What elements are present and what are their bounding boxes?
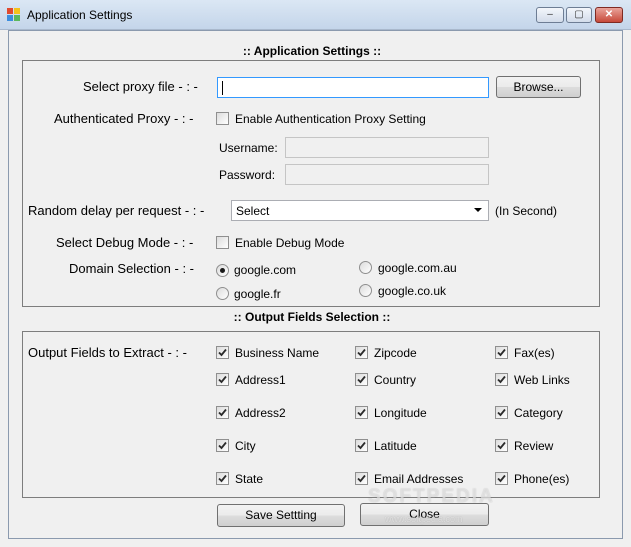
watermark-url: www.softpedia.com	[385, 514, 463, 524]
radio-google-com[interactable]	[216, 264, 229, 277]
field-label-business-name: Business Name	[235, 346, 320, 360]
delay-select[interactable]: Select	[231, 200, 489, 221]
proxy-file-label: Select proxy file - : -	[83, 79, 198, 94]
text-caret	[222, 81, 223, 95]
username-label: Username:	[219, 141, 278, 155]
password-input[interactable]	[285, 164, 489, 185]
debug-mode-checkbox-label: Enable Debug Mode	[235, 236, 345, 250]
settings-panel-title: :: Application Settings ::	[242, 44, 382, 58]
auth-proxy-checkbox[interactable]	[216, 112, 229, 125]
field-label-city: City	[235, 439, 256, 453]
radio-google-com-au[interactable]	[359, 261, 372, 274]
username-input[interactable]	[285, 137, 489, 158]
checkmark-icon	[357, 375, 366, 384]
field-checkbox-category[interactable]	[495, 406, 508, 419]
checkmark-icon	[218, 408, 227, 417]
field-label-address2: Address2	[235, 406, 286, 420]
field-checkbox-email-addresses[interactable]	[355, 472, 368, 485]
password-label: Password:	[219, 168, 276, 182]
minimize-button[interactable]: ‒	[536, 7, 564, 23]
title-bar[interactable]: Application Settings ‒ ▢ ✕	[0, 0, 631, 30]
radio-google-co-uk[interactable]	[359, 284, 372, 297]
watermark-brand: SOFTPEDIA	[368, 486, 495, 507]
checkmark-icon	[218, 474, 227, 483]
debug-mode-label: Select Debug Mode - : -	[56, 235, 194, 250]
checkmark-icon	[357, 474, 366, 483]
field-label-fax-es: Fax(es)	[514, 346, 555, 360]
field-label-state: State	[235, 472, 264, 486]
delay-select-value: Select	[236, 204, 270, 218]
browse-button[interactable]: Browse...	[496, 76, 581, 98]
field-checkbox-web-links[interactable]	[495, 373, 508, 386]
auth-proxy-checkbox-label: Enable Authentication Proxy Setting	[235, 112, 426, 126]
checkmark-icon	[497, 375, 506, 384]
field-checkbox-zipcode[interactable]	[355, 346, 368, 359]
checkmark-icon	[497, 441, 506, 450]
field-checkbox-review[interactable]	[495, 439, 508, 452]
field-label-address1: Address1	[235, 373, 286, 387]
checkmark-icon	[497, 474, 506, 483]
delay-unit-label: (In Second)	[495, 204, 558, 218]
field-label-country: Country	[374, 373, 417, 387]
output-panel-title: :: Output Fields Selection ::	[233, 310, 391, 324]
checkmark-icon	[497, 408, 506, 417]
checkmark-icon	[497, 348, 506, 357]
maximize-button[interactable]: ▢	[566, 7, 592, 23]
app-icon	[7, 8, 21, 21]
checkmark-icon	[357, 348, 366, 357]
delay-label: Random delay per request - : -	[28, 203, 205, 218]
checkmark-icon	[357, 441, 366, 450]
window-title: Application Settings	[27, 8, 133, 22]
radio-google-com-au-label: google.com.au	[378, 261, 457, 275]
save-setting-button[interactable]: Save Settting	[217, 504, 345, 527]
output-fields-label: Output Fields to Extract - : -	[28, 345, 187, 360]
field-checkbox-longitude[interactable]	[355, 406, 368, 419]
field-label-email-addresses: Email Addresses	[374, 472, 464, 486]
field-checkbox-latitude[interactable]	[355, 439, 368, 452]
radio-google-co-uk-label: google.co.uk	[378, 284, 447, 298]
checkmark-icon	[218, 441, 227, 450]
proxy-file-input[interactable]	[217, 77, 489, 98]
field-label-review: Review	[514, 439, 554, 453]
field-label-web-links: Web Links	[514, 373, 570, 387]
domain-selection-label: Domain Selection - : -	[69, 261, 194, 276]
dropdown-arrow-icon	[474, 208, 482, 212]
radio-google-com-label: google.com	[234, 263, 297, 277]
field-label-latitude: Latitude	[374, 439, 417, 453]
close-window-button[interactable]: ✕	[595, 7, 623, 23]
field-label-longitude: Longitude	[374, 406, 427, 420]
field-checkbox-city[interactable]	[216, 439, 229, 452]
field-checkbox-address2[interactable]	[216, 406, 229, 419]
field-checkbox-fax-es[interactable]	[495, 346, 508, 359]
checkmark-icon	[218, 348, 227, 357]
field-checkbox-state[interactable]	[216, 472, 229, 485]
radio-google-fr[interactable]	[216, 287, 229, 300]
field-checkbox-phone-es[interactable]	[495, 472, 508, 485]
checkmark-icon	[218, 375, 227, 384]
field-label-category: Category	[514, 406, 563, 420]
auth-proxy-label: Authenticated Proxy - : -	[54, 111, 194, 126]
field-label-zipcode: Zipcode	[374, 346, 417, 360]
field-label-phone-es: Phone(es)	[514, 472, 570, 486]
checkmark-icon	[357, 408, 366, 417]
field-checkbox-country[interactable]	[355, 373, 368, 386]
radio-google-fr-label: google.fr	[234, 287, 281, 301]
debug-mode-checkbox[interactable]	[216, 236, 229, 249]
field-checkbox-address1[interactable]	[216, 373, 229, 386]
field-checkbox-business-name[interactable]	[216, 346, 229, 359]
